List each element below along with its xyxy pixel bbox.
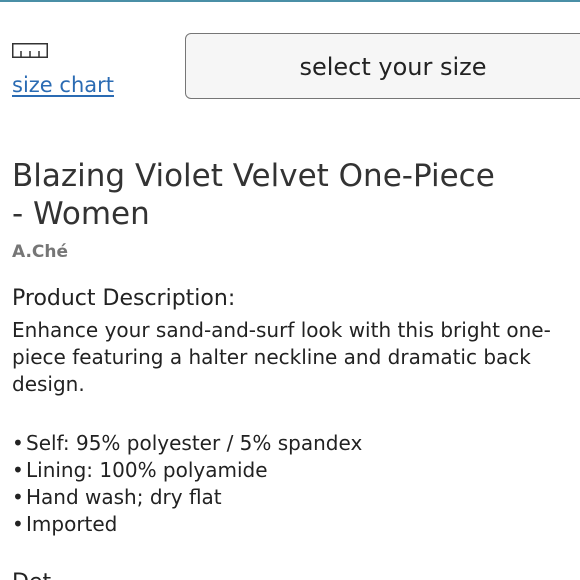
product-title-line-2: - Women bbox=[12, 196, 150, 232]
feature-item: • Self: 95% polyester / 5% spandex bbox=[12, 430, 362, 457]
product-brand[interactable]: A.Ché bbox=[12, 242, 68, 262]
feature-item: • Lining: 100% polyamide bbox=[12, 457, 362, 484]
bullet-icon: • bbox=[12, 512, 24, 536]
feature-item: • Hand wash; dry flat bbox=[12, 484, 362, 511]
top-divider bbox=[0, 0, 580, 2]
description-line: design. bbox=[12, 372, 85, 396]
product-title-line-1: Blazing Violet Velvet One-Piece bbox=[12, 158, 495, 194]
ruler-icon[interactable] bbox=[12, 43, 48, 58]
bullet-icon: • bbox=[12, 431, 24, 455]
feature-text: Imported bbox=[26, 512, 118, 536]
feature-item: • Imported bbox=[12, 511, 362, 538]
feature-text: Lining: 100% polyamide bbox=[26, 458, 268, 482]
description-text: Enhance your sand-and-surf look with thi… bbox=[12, 317, 551, 398]
details-heading-partial: Det bbox=[12, 570, 51, 580]
bullet-icon: • bbox=[12, 485, 24, 509]
product-detail-page: size chart select your size Blazing Viol… bbox=[0, 0, 580, 580]
size-select-label: select your size bbox=[299, 53, 487, 81]
description-line: piece featuring a halter neckline and dr… bbox=[12, 345, 531, 369]
bullet-icon: • bbox=[12, 458, 24, 482]
size-chart-link[interactable]: size chart bbox=[12, 73, 114, 97]
feature-text: Hand wash; dry flat bbox=[26, 485, 222, 509]
description-line: Enhance your sand-and-surf look with thi… bbox=[12, 318, 551, 342]
description-heading: Product Description: bbox=[12, 286, 236, 311]
feature-text: Self: 95% polyester / 5% spandex bbox=[26, 431, 363, 455]
feature-list: • Self: 95% polyester / 5% spandex • Linin… bbox=[12, 430, 362, 538]
product-title: Blazing Violet Velvet One-Piece - Women bbox=[12, 157, 495, 233]
size-select-button[interactable]: select your size bbox=[185, 33, 580, 99]
